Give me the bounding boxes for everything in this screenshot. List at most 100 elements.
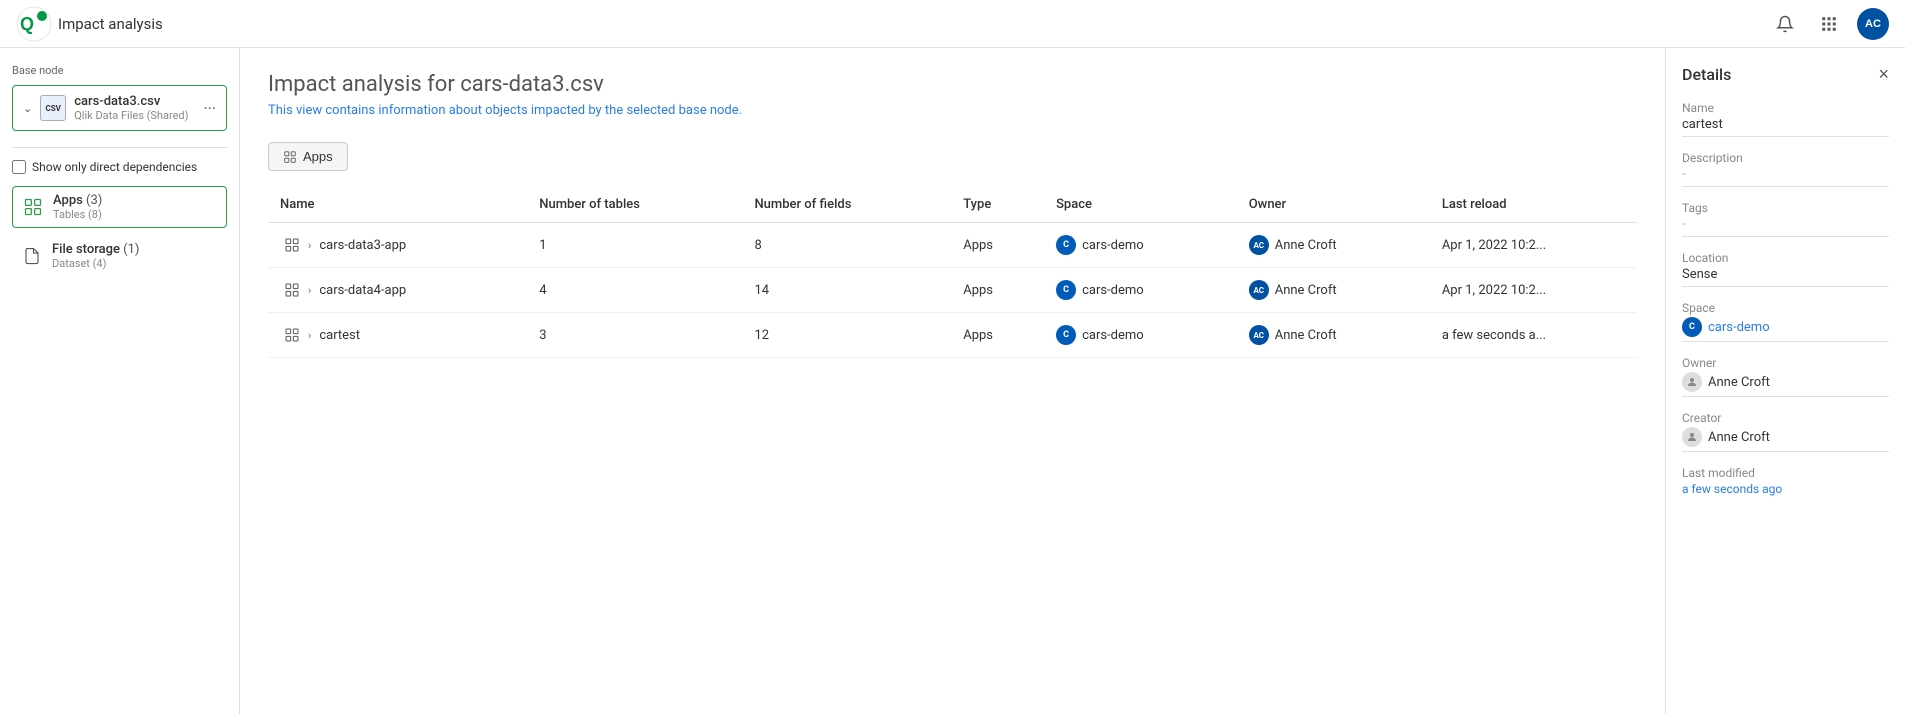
details-close-button[interactable]: × [1878, 64, 1889, 85]
detail-divider-3 [1682, 286, 1889, 287]
grid-menu-button[interactable] [1813, 8, 1845, 40]
table-header-row: Name Number of tables Number of fields T… [268, 187, 1637, 223]
space-circle: C [1056, 325, 1076, 345]
detail-text-value-0: cartest [1682, 117, 1889, 132]
cell-type-2: Apps [951, 313, 1044, 358]
main-subtitle: This view contains information about obj… [268, 103, 1637, 118]
detail-label-0: Name [1682, 101, 1889, 115]
detail-section-2: Tags - [1682, 201, 1889, 237]
cell-name-1: › cars-data4-app [268, 268, 527, 313]
detail-label-2: Tags [1682, 201, 1889, 215]
file-storage-tree-info: File storage (1) Dataset (4) [52, 242, 219, 270]
detail-text-value-3: Sense [1682, 267, 1889, 282]
col-name: Name [268, 187, 527, 223]
detail-divider-4 [1682, 341, 1889, 342]
cell-space-1: Ccars-demo [1044, 268, 1237, 313]
grid-icon [1820, 15, 1838, 33]
space-circle: C [1056, 235, 1076, 255]
base-node-card[interactable]: ⌄ CSV cars-data3.csv Qlik Data Files (Sh… [12, 85, 227, 131]
tree-item-file-storage[interactable]: File storage (1) Dataset (4) [12, 236, 227, 276]
cell-name-2: › cartest [268, 313, 527, 358]
cell-space-0: Ccars-demo [1044, 223, 1237, 268]
topbar-actions: AC [1769, 8, 1889, 40]
space-name: cars-demo [1082, 283, 1144, 298]
row-chevron-icon: › [308, 329, 311, 342]
base-node-chevron: ⌄ [23, 102, 32, 115]
apps-tree-info: Apps (3) Tables (8) [53, 193, 218, 221]
owner-circle: AC [1249, 325, 1269, 345]
detail-owner-row-5: Anne Croft [1682, 372, 1889, 392]
space-name: cars-demo [1082, 328, 1144, 343]
deps-label: Show only direct dependencies [32, 160, 197, 174]
csv-icon: CSV [40, 95, 66, 121]
topbar: Q Impact analysis AC [0, 0, 1905, 48]
detail-owner-row-6: Anne Croft [1682, 427, 1889, 447]
row-chevron-icon: › [308, 284, 311, 297]
cell-owner-2: AC Anne Croft [1237, 313, 1430, 358]
owner-circle: AC [1249, 280, 1269, 300]
detail-label-6: Creator [1682, 411, 1889, 425]
cell-num-fields-1: 14 [742, 268, 951, 313]
row-name: cars-data4-app [319, 283, 406, 298]
col-space: Space [1044, 187, 1237, 223]
cell-type-1: Apps [951, 268, 1044, 313]
space-circle: C [1056, 280, 1076, 300]
detail-person-avatar [1682, 427, 1702, 447]
detail-person-avatar [1682, 372, 1702, 392]
row-name: cars-data3-app [319, 238, 406, 253]
detail-section-5: Owner Anne Croft [1682, 356, 1889, 397]
detail-value-2: - [1682, 217, 1889, 232]
main-layout: Base node ⌄ CSV cars-data3.csv Qlik Data… [0, 48, 1905, 714]
owner-circle: AC [1249, 235, 1269, 255]
space-name: cars-demo [1082, 238, 1144, 253]
detail-section-7: Last modifieda few seconds ago [1682, 466, 1889, 496]
apps-tree-sub: Tables (8) [53, 208, 218, 221]
base-node-more-button[interactable]: ··· [203, 99, 216, 118]
detail-divider-2 [1682, 236, 1889, 237]
apps-tab-button[interactable]: Apps [268, 142, 348, 171]
col-num-tables: Number of tables [527, 187, 742, 223]
detail-space-circle: C [1682, 317, 1702, 337]
detail-divider-6 [1682, 451, 1889, 452]
base-node-sub: Qlik Data Files (Shared) [74, 109, 195, 122]
col-last-reload: Last reload [1430, 187, 1637, 223]
detail-person-name: Anne Croft [1708, 375, 1770, 390]
tree-item-apps[interactable]: Apps (3) Tables (8) [12, 186, 227, 228]
cell-num-tables-1: 4 [527, 268, 742, 313]
cell-type-0: Apps [951, 223, 1044, 268]
detail-space-row-4: Ccars-demo [1682, 317, 1889, 337]
divider-1 [12, 147, 227, 148]
detail-value-1: - [1682, 167, 1889, 182]
apps-tree-icon [21, 195, 45, 219]
detail-section-1: Description- [1682, 151, 1889, 187]
cell-num-fields-0: 8 [742, 223, 951, 268]
cell-last-reload-1: Apr 1, 2022 10:2... [1430, 268, 1637, 313]
table-row[interactable]: › cars-data4-app 414AppsCcars-demoACAnne… [268, 268, 1637, 313]
detail-divider-5 [1682, 396, 1889, 397]
table-row[interactable]: › cartest 312AppsCcars-demoACAnne Crofta… [268, 313, 1637, 358]
detail-person-name: Anne Croft [1708, 430, 1770, 445]
bell-icon [1776, 15, 1794, 33]
cell-owner-1: ACAnne Croft [1237, 268, 1430, 313]
row-app-icon [280, 278, 304, 302]
owner-name: Anne Croft [1275, 328, 1337, 343]
detail-divider-0 [1682, 136, 1889, 137]
base-node-name: cars-data3.csv [74, 94, 195, 109]
user-avatar-button[interactable]: AC [1857, 8, 1889, 40]
file-storage-tree-sub: Dataset (4) [52, 257, 219, 270]
row-chevron-icon: › [308, 239, 311, 252]
qlik-logo-icon: Q [16, 6, 52, 42]
detail-section-4: SpaceCcars-demo [1682, 301, 1889, 342]
cell-num-tables-0: 1 [527, 223, 742, 268]
col-owner: Owner [1237, 187, 1430, 223]
notifications-button[interactable] [1769, 8, 1801, 40]
cell-name-0: › cars-data3-app [268, 223, 527, 268]
cell-last-reload-2: a few seconds a... [1430, 313, 1637, 358]
direct-deps-checkbox[interactable] [12, 160, 26, 174]
details-sections: NamecartestDescription-Tags-LocationSens… [1682, 101, 1889, 496]
detail-label-7: Last modified [1682, 466, 1889, 480]
deps-row: Show only direct dependencies [12, 160, 227, 174]
right-panel: Details × NamecartestDescription-Tags-Lo… [1665, 48, 1905, 714]
row-app-icon [280, 233, 304, 257]
table-row[interactable]: › cars-data3-app 18AppsCcars-demoACAnne … [268, 223, 1637, 268]
